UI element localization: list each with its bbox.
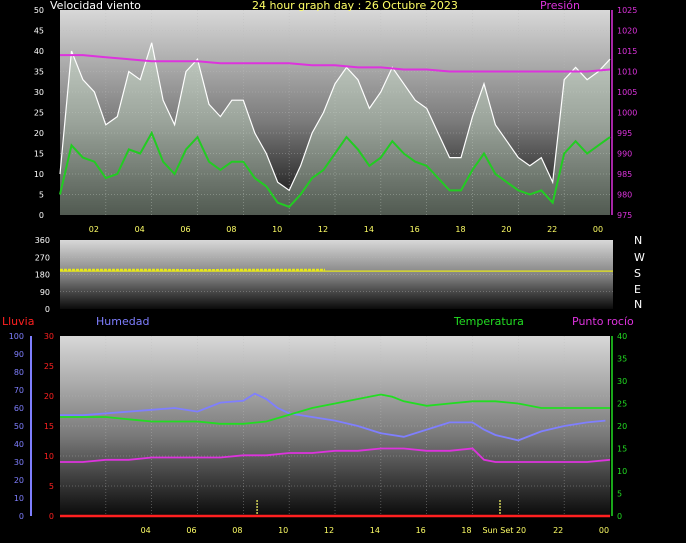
- humidity-tick-label: 80: [14, 368, 24, 377]
- rain-tick-label: 10: [44, 452, 54, 461]
- pressure-tick-label: 1010: [617, 68, 637, 77]
- pressure-tick-label: 1020: [617, 27, 637, 36]
- climate-time-tick-label: 10: [278, 526, 288, 535]
- temperature-tick-label: 30: [617, 377, 627, 386]
- pressure-tick-label: 1000: [617, 109, 637, 118]
- humidity-tick-label: 0: [19, 512, 24, 521]
- weather-chart-svg: 0510152025303540455097598098599099510001…: [9, 6, 638, 535]
- temperature-label: Temperatura: [454, 315, 524, 328]
- humidity-tick-label: 100: [9, 332, 24, 341]
- temperature-tick-label: 10: [617, 467, 627, 476]
- compass-n-bottom: N: [634, 298, 643, 311]
- compass-e: E: [634, 283, 641, 296]
- wind-time-tick-label: 10: [272, 225, 282, 234]
- direction-tick-label: 90: [40, 288, 50, 297]
- wind-time-tick-label: 18: [455, 225, 465, 234]
- temperature-tick-label: 5: [617, 490, 622, 499]
- wind-time-tick-label: 12: [318, 225, 328, 234]
- wind-speed-tick-label: 5: [39, 191, 44, 200]
- temperature-tick-label: 25: [617, 400, 627, 409]
- temperature-tick-label: 35: [617, 355, 627, 364]
- humidity-tick-label: 90: [14, 350, 24, 359]
- direction-tick-label: 0: [45, 305, 50, 314]
- climate-time-tick-label: 04: [141, 526, 151, 535]
- wind-time-tick-label: 16: [410, 225, 420, 234]
- pressure-tick-label: 975: [617, 211, 632, 220]
- wind-speed-tick-label: 40: [34, 47, 44, 56]
- wind-speed-tick-label: 15: [34, 150, 44, 159]
- wind-time-tick-label: 08: [226, 225, 236, 234]
- wind-speed-tick-label: 25: [34, 109, 44, 118]
- temperature-tick-label: 0: [617, 512, 622, 521]
- humidity-label: Humedad: [96, 315, 150, 328]
- wind-speed-tick-label: 10: [34, 170, 44, 179]
- dewpoint-label: Punto rocío: [572, 315, 634, 328]
- wind-time-tick-label: 14: [364, 225, 374, 234]
- pressure-tick-label: 1025: [617, 6, 637, 15]
- climate-time-tick-label: 08: [232, 526, 242, 535]
- humidity-tick-label: 30: [14, 458, 24, 467]
- rain-tick-label: 5: [49, 482, 54, 491]
- rain-tick-label: 15: [44, 422, 54, 431]
- pressure-tick-label: 990: [617, 150, 632, 159]
- wind-speed-label: Velocidad viento: [50, 0, 141, 12]
- temperature-tick-label: 15: [617, 445, 627, 454]
- climate-time-tick-label: Sun Set 20: [483, 526, 527, 535]
- climate-time-tick-label: 06: [186, 526, 196, 535]
- temperature-tick-label: 40: [617, 332, 627, 341]
- humidity-tick-label: 10: [14, 494, 24, 503]
- humidity-tick-label: 70: [14, 386, 24, 395]
- humidity-tick-label: 40: [14, 440, 24, 449]
- wind-time-tick-label: 22: [547, 225, 557, 234]
- wind-time-tick-label: 04: [135, 225, 145, 234]
- wind-time-tick-label: 02: [89, 225, 99, 234]
- direction-tick-label: 270: [35, 253, 50, 262]
- weather-graph-stage: 0 5 10 15 20 25 30 35 40 45 50 975 980 985 990 995 1000 1…: [0, 0, 686, 543]
- direction-tick-label: 180: [35, 271, 50, 280]
- compass-w: W: [634, 251, 645, 264]
- wind-speed-tick-label: 35: [34, 68, 44, 77]
- wind-speed-tick-label: 30: [34, 88, 44, 97]
- pressure-tick-label: 995: [617, 129, 632, 138]
- rain-tick-label: 30: [44, 332, 54, 341]
- wind-time-tick-label: 20: [501, 225, 511, 234]
- pressure-tick-label: 980: [617, 191, 632, 200]
- wind-time-tick-label: 06: [180, 225, 190, 234]
- compass-s: S: [634, 267, 641, 280]
- rain-label: Lluvia: [2, 315, 35, 328]
- wind-speed-tick-label: 20: [34, 129, 44, 138]
- wind-speed-tick-label: 45: [34, 27, 44, 36]
- graph-title: 24 hour graph day : 26 Octubre 2023: [252, 0, 458, 12]
- rain-tick-label: 0: [49, 512, 54, 521]
- pressure-label: Presión: [540, 0, 580, 12]
- compass-n-top: N: [634, 234, 643, 247]
- climate-time-tick-label: 14: [370, 526, 380, 535]
- humidity-tick-label: 50: [14, 422, 24, 431]
- pressure-tick-label: 1005: [617, 88, 637, 97]
- humidity-tick-label: 20: [14, 476, 24, 485]
- temperature-tick-label: 20: [617, 422, 627, 431]
- wind-speed-tick-label: 0: [39, 211, 44, 220]
- wind-time-tick-label: 00: [593, 225, 603, 234]
- climate-time-tick-label: 16: [416, 526, 426, 535]
- pressure-tick-label: 985: [617, 170, 632, 179]
- climate-time-tick-label: 18: [461, 526, 471, 535]
- climate-time-tick-label: 12: [324, 526, 334, 535]
- rain-tick-label: 20: [44, 392, 54, 401]
- climate-time-tick-label: 00: [599, 526, 609, 535]
- wind-speed-tick-label: 50: [34, 6, 44, 15]
- climate-time-tick-label: 22: [553, 526, 563, 535]
- pressure-tick-label: 1015: [617, 47, 637, 56]
- rain-tick-label: 25: [44, 362, 54, 371]
- humidity-tick-label: 60: [14, 404, 24, 413]
- direction-tick-label: 360: [35, 236, 50, 245]
